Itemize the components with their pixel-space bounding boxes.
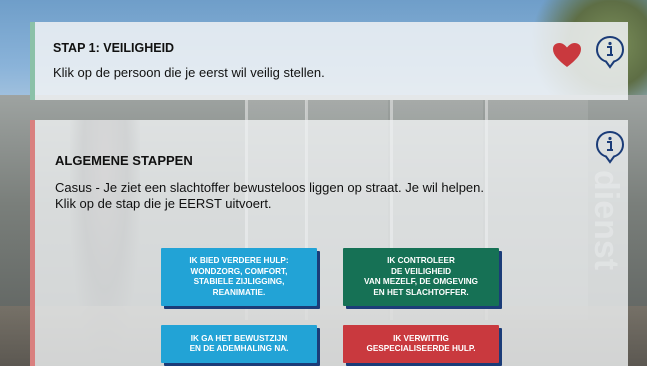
info-icon[interactable] — [595, 35, 625, 69]
step-panel: STAP 1: VEILIGHEID Klik op de persoon di… — [30, 22, 628, 100]
option-check-consciousness-button[interactable]: IK GA HET BEWUSTZIJN EN DE ADEMHALING NA… — [161, 325, 317, 363]
step-instruction: Klik op de persoon die je eerst wil veil… — [53, 65, 325, 80]
info-icon[interactable] — [595, 130, 625, 164]
case-description: Casus - Je ziet een slachtoffer bewustel… — [55, 180, 484, 212]
option-check-safety-button[interactable]: IK CONTROLEER DE VEILIGHEID VAN MEZELF, … — [343, 248, 499, 306]
case-text: Casus - Je ziet een slachtoffer bewustel… — [55, 180, 484, 195]
case-instruction: Klik op de stap die je EERST uitvoert. — [55, 196, 272, 211]
step-title: STAP 1: VEILIGHEID — [53, 41, 175, 55]
option-call-help-button[interactable]: IK VERWITTIG GESPECIALISEERDE HULP. — [343, 325, 499, 363]
general-steps-panel: ALGEMENE STAPPEN Casus - Je ziet een sla… — [30, 120, 628, 366]
general-steps-title: ALGEMENE STAPPEN — [55, 153, 193, 168]
option-further-help-button[interactable]: IK BIED VERDERE HULP: WONDZORG, COMFORT,… — [161, 248, 317, 306]
heart-icon — [553, 43, 581, 67]
